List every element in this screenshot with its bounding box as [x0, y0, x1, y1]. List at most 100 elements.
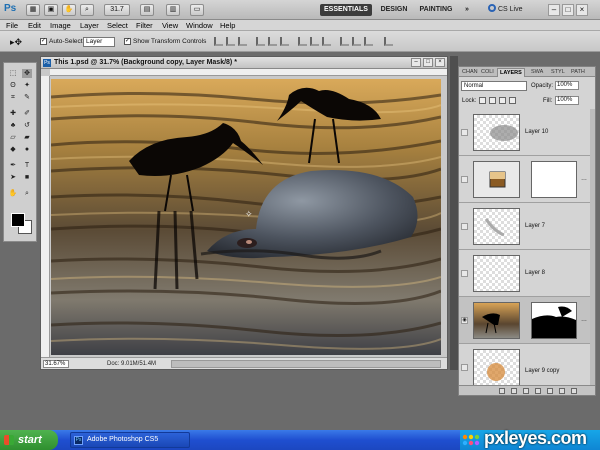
fill-field[interactable]: 100%: [555, 96, 579, 105]
healing-brush-tool-icon[interactable]: ✚: [8, 109, 18, 118]
layer-style-icon[interactable]: [511, 388, 517, 394]
view-extras-button[interactable]: ▤: [140, 4, 154, 16]
align-right-icon[interactable]: [280, 37, 289, 46]
menu-window[interactable]: Window: [186, 20, 213, 31]
doc-maximize-button[interactable]: □: [423, 58, 433, 67]
layer-mask-thumbnail[interactable]: [531, 302, 577, 339]
transform-controls-checkbox[interactable]: ✓: [124, 38, 131, 45]
visibility-toggle[interactable]: [461, 364, 468, 371]
layer-row[interactable]: …: [459, 156, 595, 203]
layer-row[interactable]: Layer 9 copy: [459, 344, 595, 385]
menu-view[interactable]: View: [162, 20, 178, 31]
path-selection-tool-icon[interactable]: ➤: [8, 173, 18, 182]
menu-filter[interactable]: Filter: [136, 20, 153, 31]
align-hcenter-icon[interactable]: [268, 37, 277, 46]
layer-row[interactable]: Layer 10: [459, 109, 595, 156]
link-layers-icon[interactable]: [499, 388, 505, 394]
layer-row-selected[interactable]: ◉ …: [459, 297, 595, 344]
lock-position-icon[interactable]: [499, 97, 506, 104]
new-group-icon[interactable]: [547, 388, 553, 394]
visibility-toggle[interactable]: [461, 223, 468, 230]
new-layer-icon[interactable]: [559, 388, 565, 394]
shape-tool-icon[interactable]: ■: [22, 173, 32, 182]
tab-color[interactable]: COLI: [479, 68, 496, 77]
menu-image[interactable]: Image: [50, 20, 71, 31]
tab-layers[interactable]: LAYERS: [497, 68, 525, 77]
lasso-tool-icon[interactable]: ʘ: [8, 81, 18, 90]
layer-name[interactable]: Layer 10: [525, 128, 548, 136]
distribute-bottom-icon[interactable]: [322, 37, 331, 46]
zoom-tool-icon[interactable]: ⌕: [22, 189, 32, 198]
menu-help[interactable]: Help: [220, 20, 235, 31]
layers-scrollbar[interactable]: [590, 109, 595, 385]
workspace-painting[interactable]: PAINTING: [416, 4, 456, 16]
arrange-documents-button[interactable]: ▥: [166, 4, 180, 16]
auto-select-checkbox[interactable]: ✓: [40, 38, 47, 45]
foreground-color-swatch[interactable]: [11, 213, 25, 227]
minimize-button[interactable]: –: [548, 4, 560, 16]
move-tool-icon[interactable]: ▸✥: [10, 38, 22, 47]
align-left-icon[interactable]: [256, 37, 265, 46]
layer-name[interactable]: Layer 9 copy: [525, 367, 559, 375]
gradient-tool-icon[interactable]: ▰: [22, 133, 32, 142]
menu-edit[interactable]: Edit: [28, 20, 41, 31]
lock-pixels-icon[interactable]: [489, 97, 496, 104]
align-bottom-icon[interactable]: [238, 37, 247, 46]
history-brush-tool-icon[interactable]: ↺: [22, 121, 32, 130]
visibility-toggle[interactable]: [461, 176, 468, 183]
opacity-field[interactable]: 100%: [555, 81, 579, 90]
visibility-toggle[interactable]: [461, 270, 468, 277]
layer-row[interactable]: Layer 7: [459, 203, 595, 250]
layer-options-dots[interactable]: …: [581, 175, 587, 183]
adjustment-layer-icon[interactable]: [535, 388, 541, 394]
doc-close-button[interactable]: ×: [435, 58, 445, 67]
tab-channels[interactable]: CHAN: [460, 68, 480, 77]
dodge-tool-icon[interactable]: ●: [22, 145, 32, 154]
bridge-button[interactable]: ▦: [26, 4, 40, 16]
more-workspaces-button[interactable]: »: [462, 4, 472, 16]
document-tab[interactable]: Ps This 1.psd @ 31.7% (Background copy, …: [41, 57, 447, 69]
doc-minimize-button[interactable]: –: [411, 58, 421, 67]
layer-mask-thumbnail[interactable]: [531, 161, 577, 198]
align-vcenter-icon[interactable]: [226, 37, 235, 46]
zoom-percent-field[interactable]: 31.67%: [43, 360, 69, 368]
document-size-info[interactable]: Doc: 9.01M/51.4M: [107, 360, 156, 368]
layer-name[interactable]: Layer 7: [525, 222, 545, 230]
maximize-button[interactable]: □: [562, 4, 574, 16]
close-button[interactable]: ×: [576, 4, 588, 16]
clone-stamp-tool-icon[interactable]: ♣: [8, 121, 18, 130]
menu-file[interactable]: File: [6, 20, 18, 31]
zoom-tool-icon[interactable]: ⌕: [80, 4, 94, 16]
add-mask-icon[interactable]: [523, 388, 529, 394]
tab-swatches[interactable]: SWA: [529, 68, 545, 77]
distribute-left-icon[interactable]: [340, 37, 349, 46]
menu-layer[interactable]: Layer: [80, 20, 99, 31]
tab-styles[interactable]: STYL: [549, 68, 567, 77]
hand-tool-icon[interactable]: ✋: [8, 189, 18, 198]
horizontal-ruler[interactable]: [50, 69, 447, 76]
blend-mode-dropdown[interactable]: Normal: [461, 81, 527, 91]
marquee-tool-icon[interactable]: ⬚: [8, 69, 18, 78]
visibility-toggle[interactable]: [461, 129, 468, 136]
layer-name[interactable]: Layer 8: [525, 269, 545, 277]
vertical-ruler[interactable]: [41, 76, 50, 357]
lock-transparent-icon[interactable]: [479, 97, 486, 104]
lock-all-icon[interactable]: [509, 97, 516, 104]
auto-align-icon[interactable]: [384, 37, 393, 46]
zoom-level-dropdown[interactable]: 31.7: [104, 4, 130, 16]
pen-tool-icon[interactable]: ✒: [8, 161, 18, 170]
image-canvas[interactable]: ✧: [51, 79, 441, 355]
horizontal-scrollbar[interactable]: [171, 360, 441, 368]
magic-wand-tool-icon[interactable]: ✦: [22, 81, 32, 90]
workspace-essentials[interactable]: ESSENTIALS: [320, 4, 372, 16]
auto-select-dropdown[interactable]: Layer: [83, 37, 115, 47]
move-tool-icon[interactable]: ✥: [22, 69, 32, 78]
menu-select[interactable]: Select: [107, 20, 128, 31]
distribute-vcenter-icon[interactable]: [310, 37, 319, 46]
cs-live-button[interactable]: CS Live: [488, 4, 523, 16]
trash-icon[interactable]: [571, 388, 577, 394]
taskbar-photoshop-item[interactable]: Ps Adobe Photoshop CS5: [70, 432, 190, 448]
visibility-eye-icon[interactable]: ◉: [461, 317, 468, 324]
layer-row[interactable]: Layer 8: [459, 250, 595, 297]
layer-options-dots[interactable]: …: [581, 316, 587, 324]
